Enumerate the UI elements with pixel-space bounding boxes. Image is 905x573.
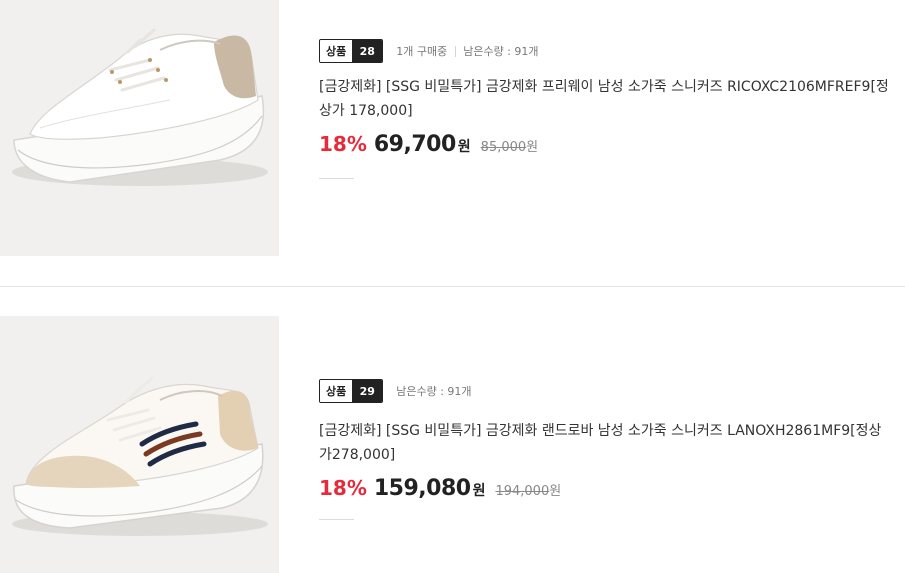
sale-price: 159,080 — [373, 476, 471, 501]
currency-unit: 원 — [457, 139, 471, 155]
original-currency-unit: 원 — [526, 140, 539, 155]
rank-label: 상품 — [320, 40, 353, 62]
stock-remaining: 남은수량 : 91개 — [396, 385, 472, 398]
item-divider — [0, 286, 905, 287]
original-price: 85,000 — [480, 140, 527, 155]
rank-badge: 상품 28 — [319, 39, 384, 63]
currency-unit: 원 — [472, 483, 486, 499]
stock-remaining: 남은수량 : 91개 — [463, 45, 539, 58]
discount-rate: 18% — [319, 132, 367, 156]
original-price: 194,000 — [495, 484, 550, 499]
sale-price: 69,700 — [373, 132, 456, 157]
white-sneaker-stripe-image — [0, 316, 279, 573]
short-divider — [319, 178, 354, 179]
rank-label: 상품 — [320, 380, 353, 402]
rank-number: 28 — [352, 40, 383, 62]
product-thumbnail[interactable] — [0, 0, 279, 256]
meta-divider — [455, 45, 457, 57]
price-row: 18% 69,700 원 85,000 원 — [319, 132, 538, 157]
product-thumbnail[interactable] — [0, 316, 279, 573]
product-meta: 상품 28 1개 구매중 남은수량 : 91개 — [319, 39, 539, 63]
product-title-link[interactable]: [금강제화] [SSG 비밀특가] 금강제화 프리웨이 남성 소가죽 스니커즈 … — [319, 75, 891, 123]
product-meta: 상품 29 남은수량 : 91개 — [319, 379, 472, 403]
white-sneaker-beige-heel-image — [0, 0, 279, 256]
rank-badge: 상품 29 — [319, 379, 384, 403]
product-list: 상품 28 1개 구매중 남은수량 : 91개 [금강제화] [SSG 비밀특가… — [0, 0, 905, 573]
original-currency-unit: 원 — [549, 484, 562, 499]
product-item[interactable]: 상품 29 남은수량 : 91개 [금강제화] [SSG 비밀특가] 금강제화 … — [0, 316, 905, 573]
purchase-count: 1개 구매중 — [396, 45, 448, 58]
rank-number: 29 — [352, 380, 383, 402]
discount-rate: 18% — [319, 476, 367, 500]
product-item[interactable]: 상품 28 1개 구매중 남은수량 : 91개 [금강제화] [SSG 비밀특가… — [0, 0, 905, 256]
product-title-link[interactable]: [금강제화] [SSG 비밀특가] 금강제화 랜드로바 남성 소가죽 스니커즈 … — [319, 419, 891, 467]
price-row: 18% 159,080 원 194,000 원 — [319, 476, 561, 501]
short-divider — [319, 519, 354, 520]
